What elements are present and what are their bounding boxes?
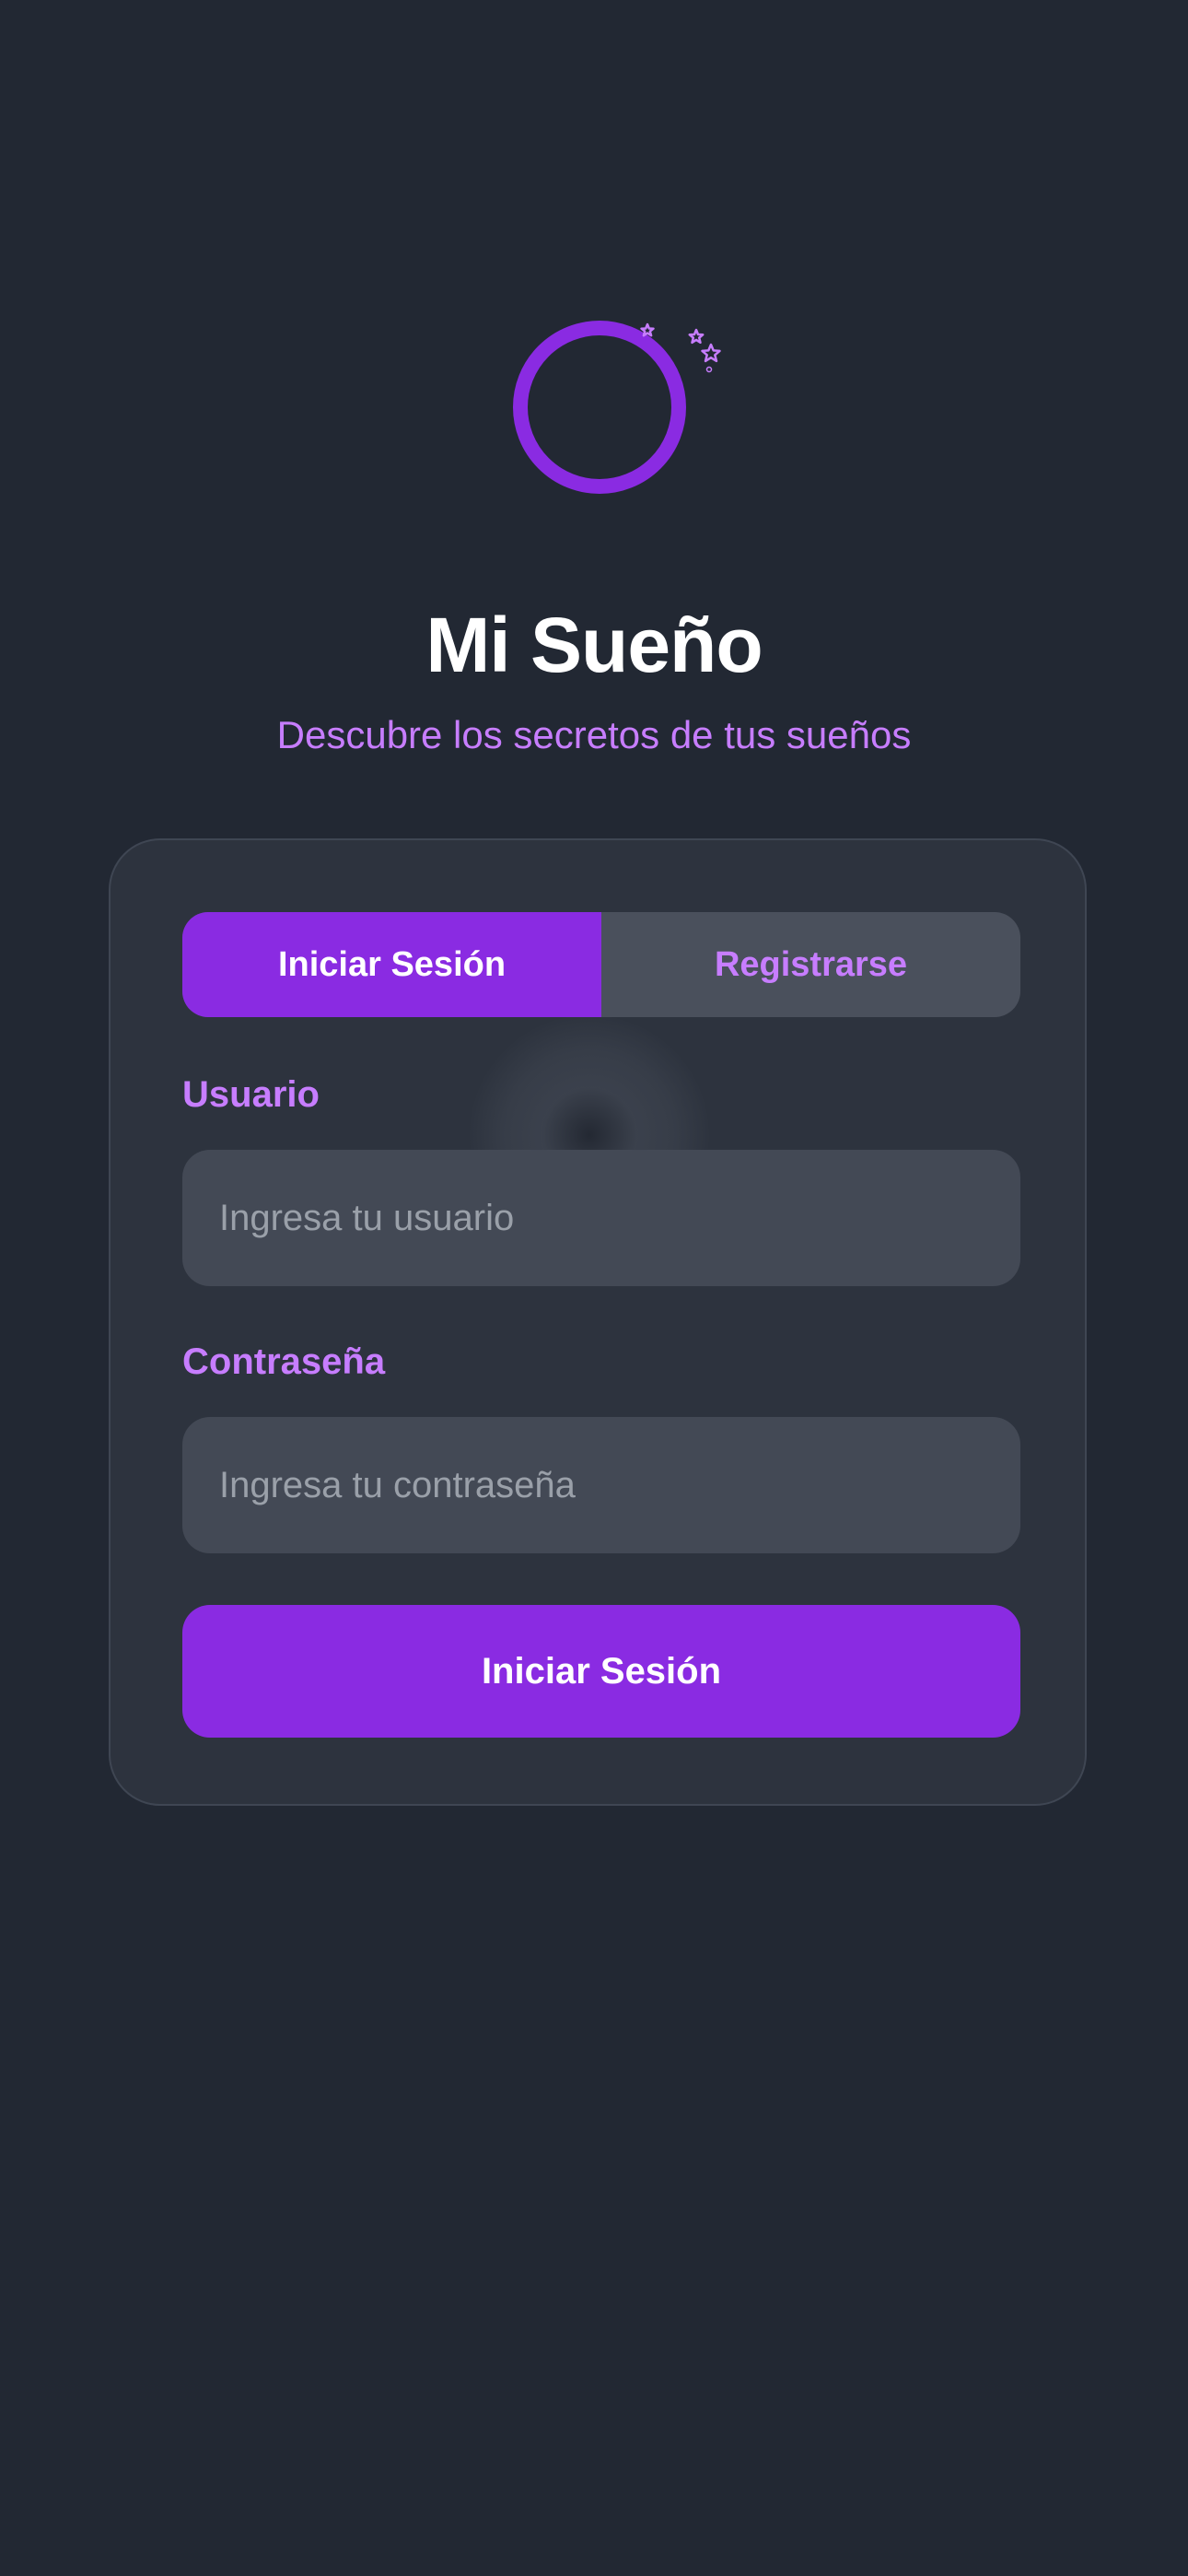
username-label: Usuario <box>182 1074 320 1115</box>
app-subtitle: Descubre los secretos de tus sueños <box>276 713 912 756</box>
auth-tabs: Iniciar Sesión Registrarse <box>182 912 1020 1017</box>
app-title: Mi Sueño <box>425 602 763 688</box>
star-icon <box>688 328 705 345</box>
star-icon <box>640 322 655 337</box>
tab-login[interactable]: Iniciar Sesión <box>182 912 601 1017</box>
moon-ring-with-stars-icon <box>513 321 721 494</box>
password-label: Contraseña <box>182 1341 386 1382</box>
star-icon <box>701 343 721 363</box>
app-logo <box>502 302 723 505</box>
sparkle-icon <box>705 366 713 373</box>
password-input[interactable] <box>182 1417 1020 1553</box>
tab-register[interactable]: Registrarse <box>601 912 1020 1017</box>
username-input[interactable] <box>182 1150 1020 1286</box>
ring-icon <box>513 321 686 494</box>
login-submit-button[interactable]: Iniciar Sesión <box>182 1605 1020 1738</box>
login-card: Iniciar Sesión Registrarse Usuario Contr… <box>109 838 1087 1806</box>
login-screen: { "app": { "title": "Mi Sueño", "subtitl… <box>0 0 1188 2576</box>
